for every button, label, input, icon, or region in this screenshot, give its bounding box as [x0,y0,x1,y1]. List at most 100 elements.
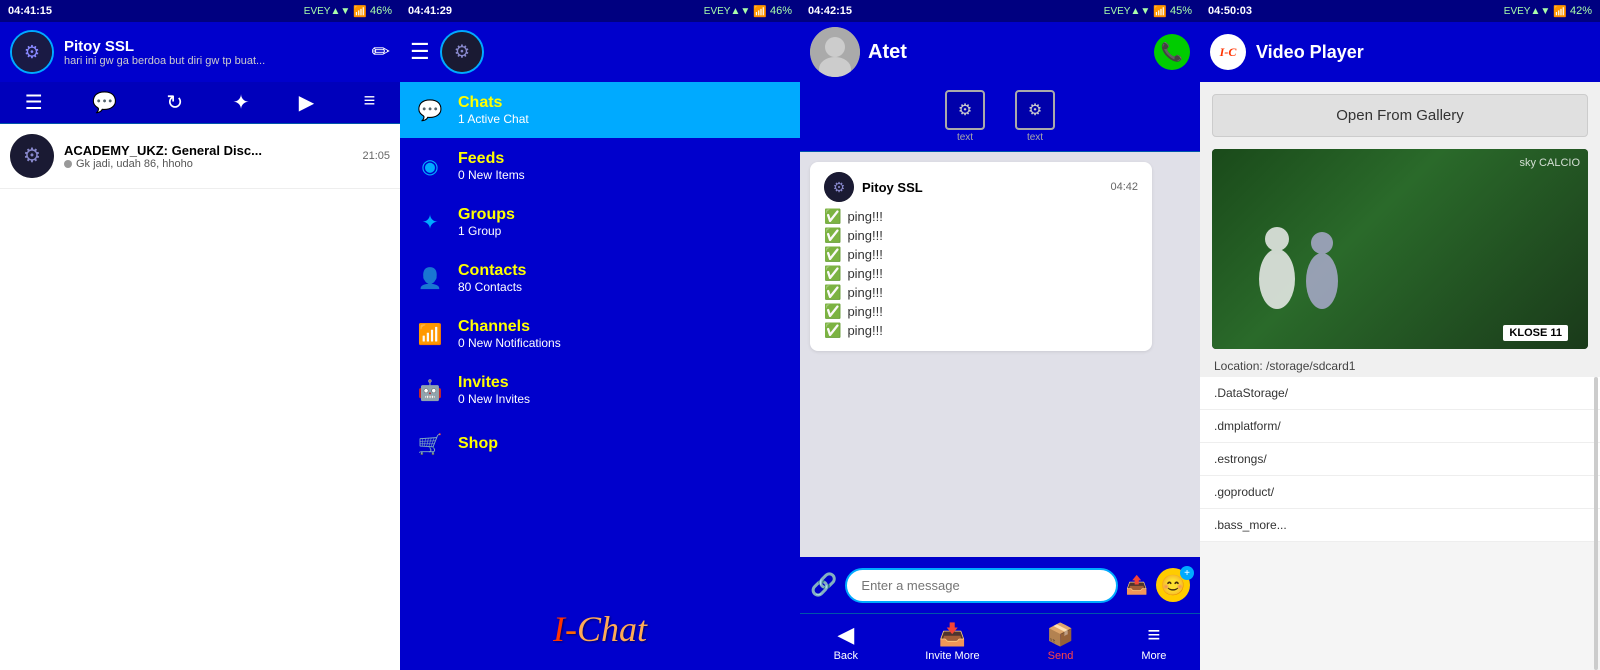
chat-list: ⚙ ACADEMY_UKZ: General Disc... Gk jadi, … [0,124,400,670]
chat-icon[interactable]: 💬 [92,90,117,115]
network-label-3: EVEY▲▼ [1104,6,1150,17]
msg-line-3: ✅ ping!!! [824,246,1138,263]
file-item-3[interactable]: .estrongs/ [1200,443,1600,476]
invite-icon: 📥 [939,622,966,648]
time-3: 04:42:15 [808,5,852,17]
svg-text:⚙: ⚙ [454,41,470,61]
msg-text-5: ping!!! [847,285,882,300]
avatar-img: ⚙ [12,32,52,72]
message-input[interactable] [845,568,1117,603]
menu-item-groups[interactable]: ✦ Groups 1 Group [400,194,800,250]
menu-icon[interactable]: ☰ [25,90,43,115]
send-bottom-icon: 📦 [1047,622,1074,648]
msg-line-7: ✅ ping!!! [824,322,1138,339]
ichat-logo: I-Chat [400,588,800,670]
compose-icon[interactable]: ✏ [372,39,390,65]
invite-more-button[interactable]: 📥 Invite More [925,622,979,662]
chat-item-time: 21:05 [362,150,390,162]
chat-item-avatar: ⚙ [10,134,54,178]
back-button[interactable]: ◀ Back [834,622,858,662]
status-right-3: EVEY▲▼ 📶 45% [1104,5,1192,18]
scrollbar[interactable] [1594,377,1598,670]
menu-item-feeds[interactable]: ◉ Feeds 0 New Items [400,138,800,194]
panel4-header: I-C Video Player [1200,22,1600,82]
file-item-2[interactable]: .dmplatform/ [1200,410,1600,443]
file-item-5[interactable]: .bass_more... [1200,509,1600,542]
menu-list: 💬 Chats 1 Active Chat ◉ Feeds 0 New Item… [400,82,800,588]
groups-title: Groups [458,206,515,224]
send-label: Send [1048,650,1074,662]
menu-item-channels[interactable]: 📶 Channels 0 New Notifications [400,306,800,362]
chats-icon: 💬 [416,96,444,124]
signal-4: 📶 [1553,5,1567,18]
more-button[interactable]: ≡ More [1141,622,1166,662]
text-tool-label-2: text [1027,132,1043,143]
network-label-2: EVEY▲▼ [704,6,750,17]
contacts-title: Contacts [458,262,526,280]
file-item-1[interactable]: .DataStorage/ [1200,377,1600,410]
back-label: Back [834,650,858,662]
signal-3: 📶 [1153,5,1167,18]
svg-text:⚙: ⚙ [23,145,41,167]
signal-2: 📶 [753,5,767,18]
status-right-2: EVEY▲▼ 📶 46% [704,5,792,18]
menu-item-invites[interactable]: 🤖 Invites 0 New Invites [400,362,800,418]
check-icon-3: ✅ [824,246,841,263]
msg-time: 04:42 [1110,181,1138,193]
hamburger-icon[interactable]: ☰ [410,39,430,65]
check-icon-6: ✅ [824,303,841,320]
header-info-1: Pitoy SSL hari ini gw ga berdoa but diri… [64,38,362,67]
text-tool-icon-1: ⚙ [945,90,985,130]
chats-text: Chats 1 Active Chat [458,94,529,126]
chats-title: Chats [458,94,529,112]
open-gallery-button[interactable]: Open From Gallery [1212,94,1588,137]
battery-2: 46% [770,5,792,17]
more-icon[interactable]: ≡ [364,90,376,115]
msg-header: ⚙ Pitoy SSL 04:42 [824,172,1138,202]
menu-item-shop[interactable]: 🛒 Shop [400,418,800,470]
status-bar-4: 04:50:03 EVEY▲▼ 📶 42% [1200,0,1600,22]
svg-text:⚙: ⚙ [833,179,846,195]
groups-menu-icon: ✦ [416,208,444,236]
menu-header-avatar: ⚙ [440,30,484,74]
menu-item-chats[interactable]: 💬 Chats 1 Active Chat [400,82,800,138]
attach-icon[interactable]: 🔗 [810,572,837,598]
panel3-toolbar: ⚙ text ⚙ text [800,82,1200,152]
header-name-1: Pitoy SSL [64,38,362,55]
ichat-logo-text: I-Chat [553,609,647,649]
emoji-button[interactable]: 😊 + [1156,568,1190,602]
panel-chat-list: 04:41:15 EVEY▲▼ 📶 46% ⚙ Pitoy SSL hari i… [0,0,400,670]
tool-text-2[interactable]: ⚙ text [1015,90,1055,143]
status-bar-3: 04:42:15 EVEY▲▼ 📶 45% [800,0,1200,22]
channels-title: Channels [458,318,561,336]
menu-item-contacts[interactable]: 👤 Contacts 80 Contacts [400,250,800,306]
jersey-label: KLOSE 11 [1503,325,1568,341]
groups-icon[interactable]: ✦ [233,90,250,115]
chat-header-1: ⚙ Pitoy SSL hari ini gw ga berdoa but di… [0,22,400,82]
send-icon[interactable]: 📤 [1126,575,1148,596]
chat-item[interactable]: ⚙ ACADEMY_UKZ: General Disc... Gk jadi, … [0,124,400,189]
shop-icon: 🛒 [416,430,444,458]
groups-subtitle: 1 Group [458,224,515,238]
network-label-1: EVEY▲▼ [304,6,350,17]
msg-line-5: ✅ ping!!! [824,284,1138,301]
invites-title: Invites [458,374,530,392]
send-button[interactable]: 📦 Send [1047,622,1074,662]
check-icon-2: ✅ [824,227,841,244]
video-player-area: sky CALCIO KLOSE 11 [1212,149,1588,349]
more-label: More [1141,650,1166,662]
feeds-subtitle: 0 New Items [458,168,525,182]
call-button[interactable]: 📞 [1154,34,1190,70]
battery-4: 42% [1570,5,1592,17]
invite-label: Invite More [925,650,979,662]
msg-text-2: ping!!! [847,228,882,243]
svg-text:⚙: ⚙ [24,42,40,62]
play-icon[interactable]: ▶ [299,90,314,115]
groups-text: Groups 1 Group [458,206,515,238]
refresh-icon[interactable]: ↻ [166,90,183,115]
msg-line-4: ✅ ping!!! [824,265,1138,282]
shop-text: Shop [458,435,498,453]
file-item-4[interactable]: .goproduct/ [1200,476,1600,509]
tool-text-1[interactable]: ⚙ text [945,90,985,143]
channels-subtitle: 0 New Notifications [458,336,561,350]
